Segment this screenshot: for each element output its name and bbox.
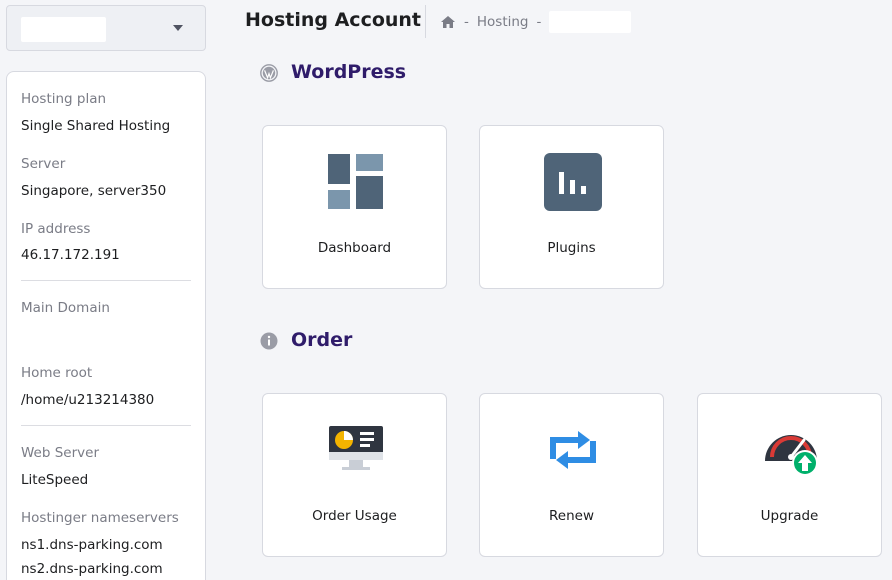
info-icon [260,332,278,350]
home-root-value: /home/u213214380 [21,392,155,408]
breadcrumb-hosting-link[interactable]: Hosting [477,14,529,30]
dashboard-grid-icon [328,154,383,209]
tile-label: Upgrade [760,508,819,524]
wordpress-icon [260,64,278,82]
home-root-label: Home root [21,365,93,381]
ip-address-value: 46.17.172.191 [21,247,120,263]
breadcrumb-separator: - [464,14,469,30]
web-server-label: Web Server [21,445,99,461]
section-title-order: Order [291,329,353,351]
header-divider [425,5,426,38]
tile-label: Dashboard [317,240,392,256]
tile-label: Order Usage [312,508,397,524]
account-select[interactable] [6,5,206,51]
hosting-plan-value: Single Shared Hosting [21,118,171,134]
page-title: Hosting Account [245,9,422,31]
tile-label: Plugins [547,240,596,256]
home-icon[interactable] [440,15,456,29]
chevron-down-icon[interactable] [173,25,183,31]
web-server-value: LiteSpeed [21,472,89,488]
divider [21,425,191,426]
nameserver-2-value: ns2.dns-parking.com [21,561,163,577]
speedometer-upgrade-icon [765,435,818,476]
server-label: Server [21,156,66,172]
ip-address-label: IP address [21,221,91,237]
plugins-bars-icon [544,153,602,211]
nameservers-label: Hostinger nameservers [21,510,179,526]
order-usage-tile[interactable]: Order Usage [262,393,447,557]
main-domain-label: Main Domain [21,300,110,316]
renew-arrows-icon [550,431,596,469]
monitor-pie-chart-icon [329,426,383,470]
server-value: Singapore, server350 [21,183,167,199]
hosting-plan-label: Hosting plan [21,91,107,107]
upgrade-tile[interactable]: Upgrade [697,393,882,557]
section-title-wordpress: WordPress [291,61,407,83]
breadcrumb-separator: - [536,14,542,30]
divider [21,280,191,281]
wordpress-plugins-tile[interactable]: Plugins [479,125,664,289]
account-select-value [21,17,106,42]
breadcrumb-current-item [549,11,632,33]
renew-tile[interactable]: Renew [479,393,664,557]
tile-label: Renew [549,508,594,524]
hosting-details-card: Hosting plan Single Shared Hosting Serve… [6,71,206,580]
breadcrumb: - Hosting - [440,11,632,33]
wordpress-dashboard-tile[interactable]: Dashboard [262,125,447,289]
nameserver-1-value: ns1.dns-parking.com [21,537,163,553]
